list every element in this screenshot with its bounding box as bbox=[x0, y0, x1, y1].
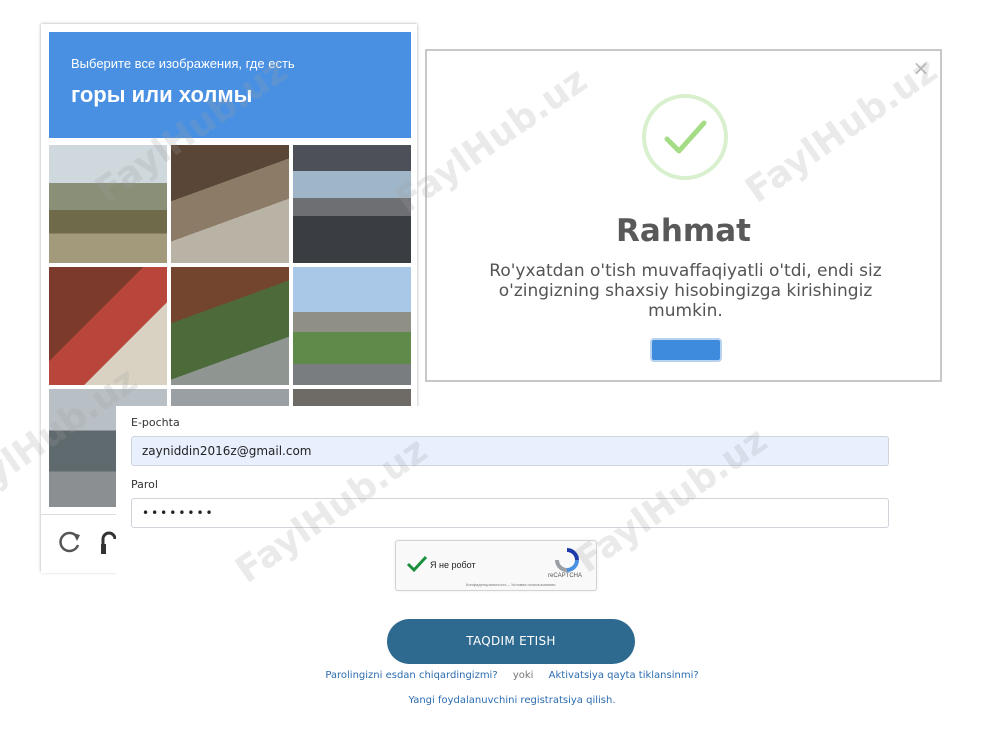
success-modal: × Rahmat Ro'yxatdan o'tish muvaffaqiyatl… bbox=[425, 49, 942, 382]
reload-icon[interactable] bbox=[57, 529, 83, 555]
reactivate-link[interactable]: Aktivatsiya qayta tiklansinmi? bbox=[549, 670, 699, 681]
or-separator: yoki bbox=[512, 670, 534, 681]
recaptcha-terms[interactable]: Конфиденциальность – Условия использован… bbox=[466, 582, 555, 587]
register-link[interactable]: Yangi foydalanuvchini registratsiya qili… bbox=[408, 695, 615, 706]
close-icon[interactable]: × bbox=[912, 58, 930, 78]
recaptcha-logo-icon bbox=[555, 548, 579, 572]
recaptcha-label: Я не робот bbox=[430, 560, 476, 570]
modal-message: Ro'yxatdan o'tish muvaffaqiyatli o'tdi, … bbox=[489, 261, 882, 321]
email-label: E-pochta bbox=[131, 416, 180, 429]
captcha-header: Выберите все изображения, где есть горы … bbox=[49, 32, 411, 138]
register-row: Yangi foydalanuvchini registratsiya qili… bbox=[0, 695, 1000, 706]
captcha-tile-1[interactable] bbox=[49, 145, 167, 263]
forgot-password-link[interactable]: Parolingizni esdan chiqardingizmi? bbox=[325, 670, 497, 681]
password-field[interactable]: •••••••• bbox=[131, 498, 889, 528]
captcha-tile-2[interactable] bbox=[171, 145, 289, 263]
help-links: Parolingizni esdan chiqardingizmi? yoki … bbox=[0, 670, 1000, 681]
headphones-icon[interactable] bbox=[101, 529, 117, 555]
captcha-tile-5[interactable] bbox=[171, 267, 289, 385]
captcha-target: горы или холмы bbox=[71, 82, 253, 107]
checkmark-icon[interactable] bbox=[406, 555, 428, 573]
captcha-tile-3[interactable] bbox=[293, 145, 411, 263]
captcha-instruction: Выберите все изображения, где есть bbox=[71, 56, 295, 71]
email-field[interactable]: zayniddin2016z@gmail.com bbox=[131, 436, 889, 466]
modal-ok-button[interactable] bbox=[650, 338, 722, 362]
recaptcha-brand: reCAPTCHA bbox=[548, 573, 583, 579]
check-circle-icon bbox=[642, 94, 728, 180]
submit-button[interactable]: TAQDIM ETISH bbox=[387, 619, 635, 664]
password-label: Parol bbox=[131, 478, 158, 491]
modal-title: Rahmat bbox=[616, 213, 751, 249]
captcha-tile-4[interactable] bbox=[49, 267, 167, 385]
recaptcha-widget[interactable]: Я не робот reCAPTCHA Конфиденциальность … bbox=[395, 540, 597, 591]
captcha-tile-6[interactable] bbox=[293, 267, 411, 385]
